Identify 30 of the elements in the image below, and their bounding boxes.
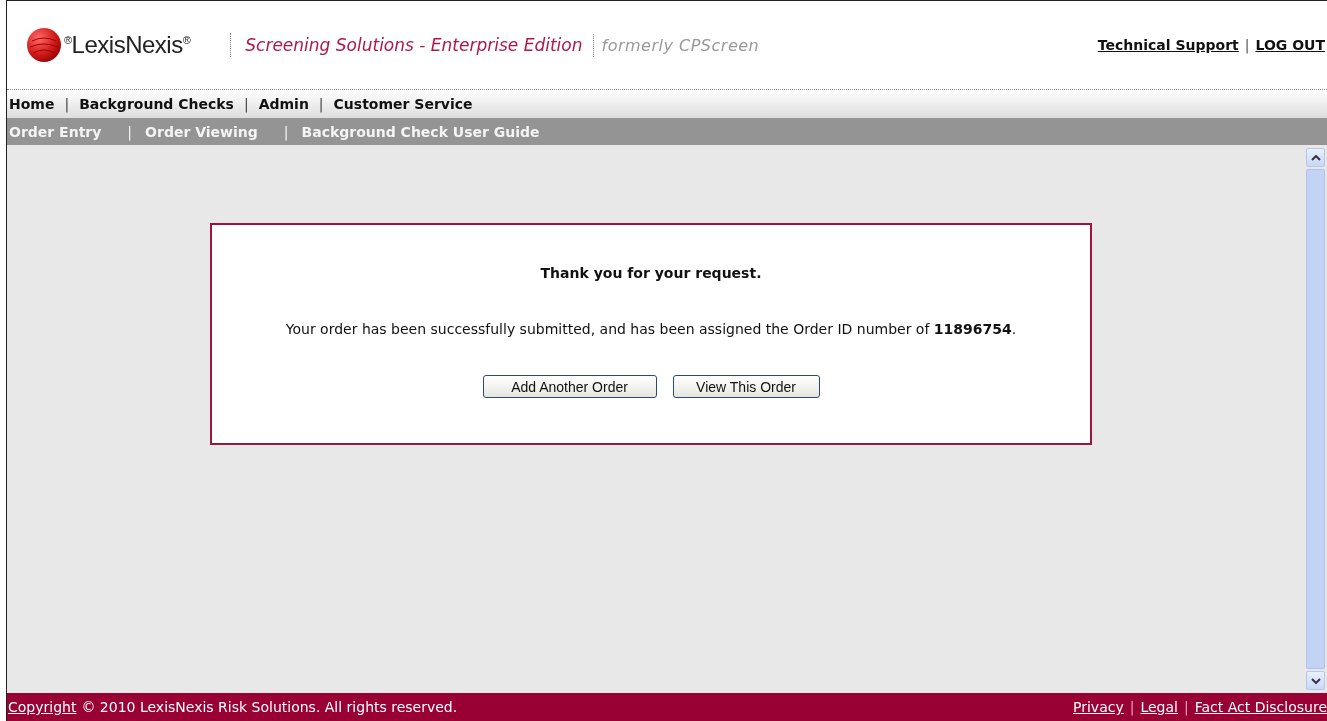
product-title: Screening Solutions - Enterprise Edition (230, 33, 593, 57)
nav-link[interactable]: Customer Service (333, 96, 473, 112)
separator: | (1129, 699, 1135, 715)
scroll-up-icon[interactable] (1310, 154, 1321, 161)
separator: | (283, 123, 289, 140)
separator: | (243, 96, 249, 112)
separator: | (1244, 37, 1250, 53)
logo-text: $^{®}$LexisNexis$^{®}$ (64, 31, 191, 59)
action-button[interactable]: View This Order (672, 375, 820, 398)
header-link[interactable]: Technical Support (1097, 37, 1239, 53)
separator: | (64, 96, 70, 112)
scrollbar[interactable] (1306, 148, 1325, 690)
footer-link[interactable]: Fact Act Disclosure (1194, 699, 1327, 715)
separator: | (1184, 699, 1189, 715)
separator: | (318, 96, 324, 112)
separator: | (127, 123, 133, 140)
logo-sphere-icon (26, 27, 62, 63)
copyright-link[interactable]: Copyright (8, 699, 77, 715)
nav-link[interactable]: Home (9, 96, 55, 112)
copyright-text: © 2010 LexisNexis Risk Solutions. All rights reserved. (81, 699, 458, 715)
confirmation-message: Your order has been successfully submitted, and has been assigned the Order ID number of 11896754. (285, 321, 1017, 337)
product-subtitle: formerly CPScreen (592, 33, 768, 57)
header-link[interactable]: LOG OUT (1255, 37, 1325, 53)
nav-link[interactable]: Admin (258, 96, 309, 112)
scroll-down-icon[interactable] (1310, 677, 1321, 684)
action-button[interactable]: Add Another Order (482, 375, 657, 398)
nav-link[interactable]: Background Checks (79, 96, 234, 112)
footer-link[interactable]: Privacy (1073, 699, 1124, 715)
footer-link[interactable]: Legal (1140, 699, 1178, 715)
confirmation-heading: Thank you for your request. (540, 265, 762, 281)
